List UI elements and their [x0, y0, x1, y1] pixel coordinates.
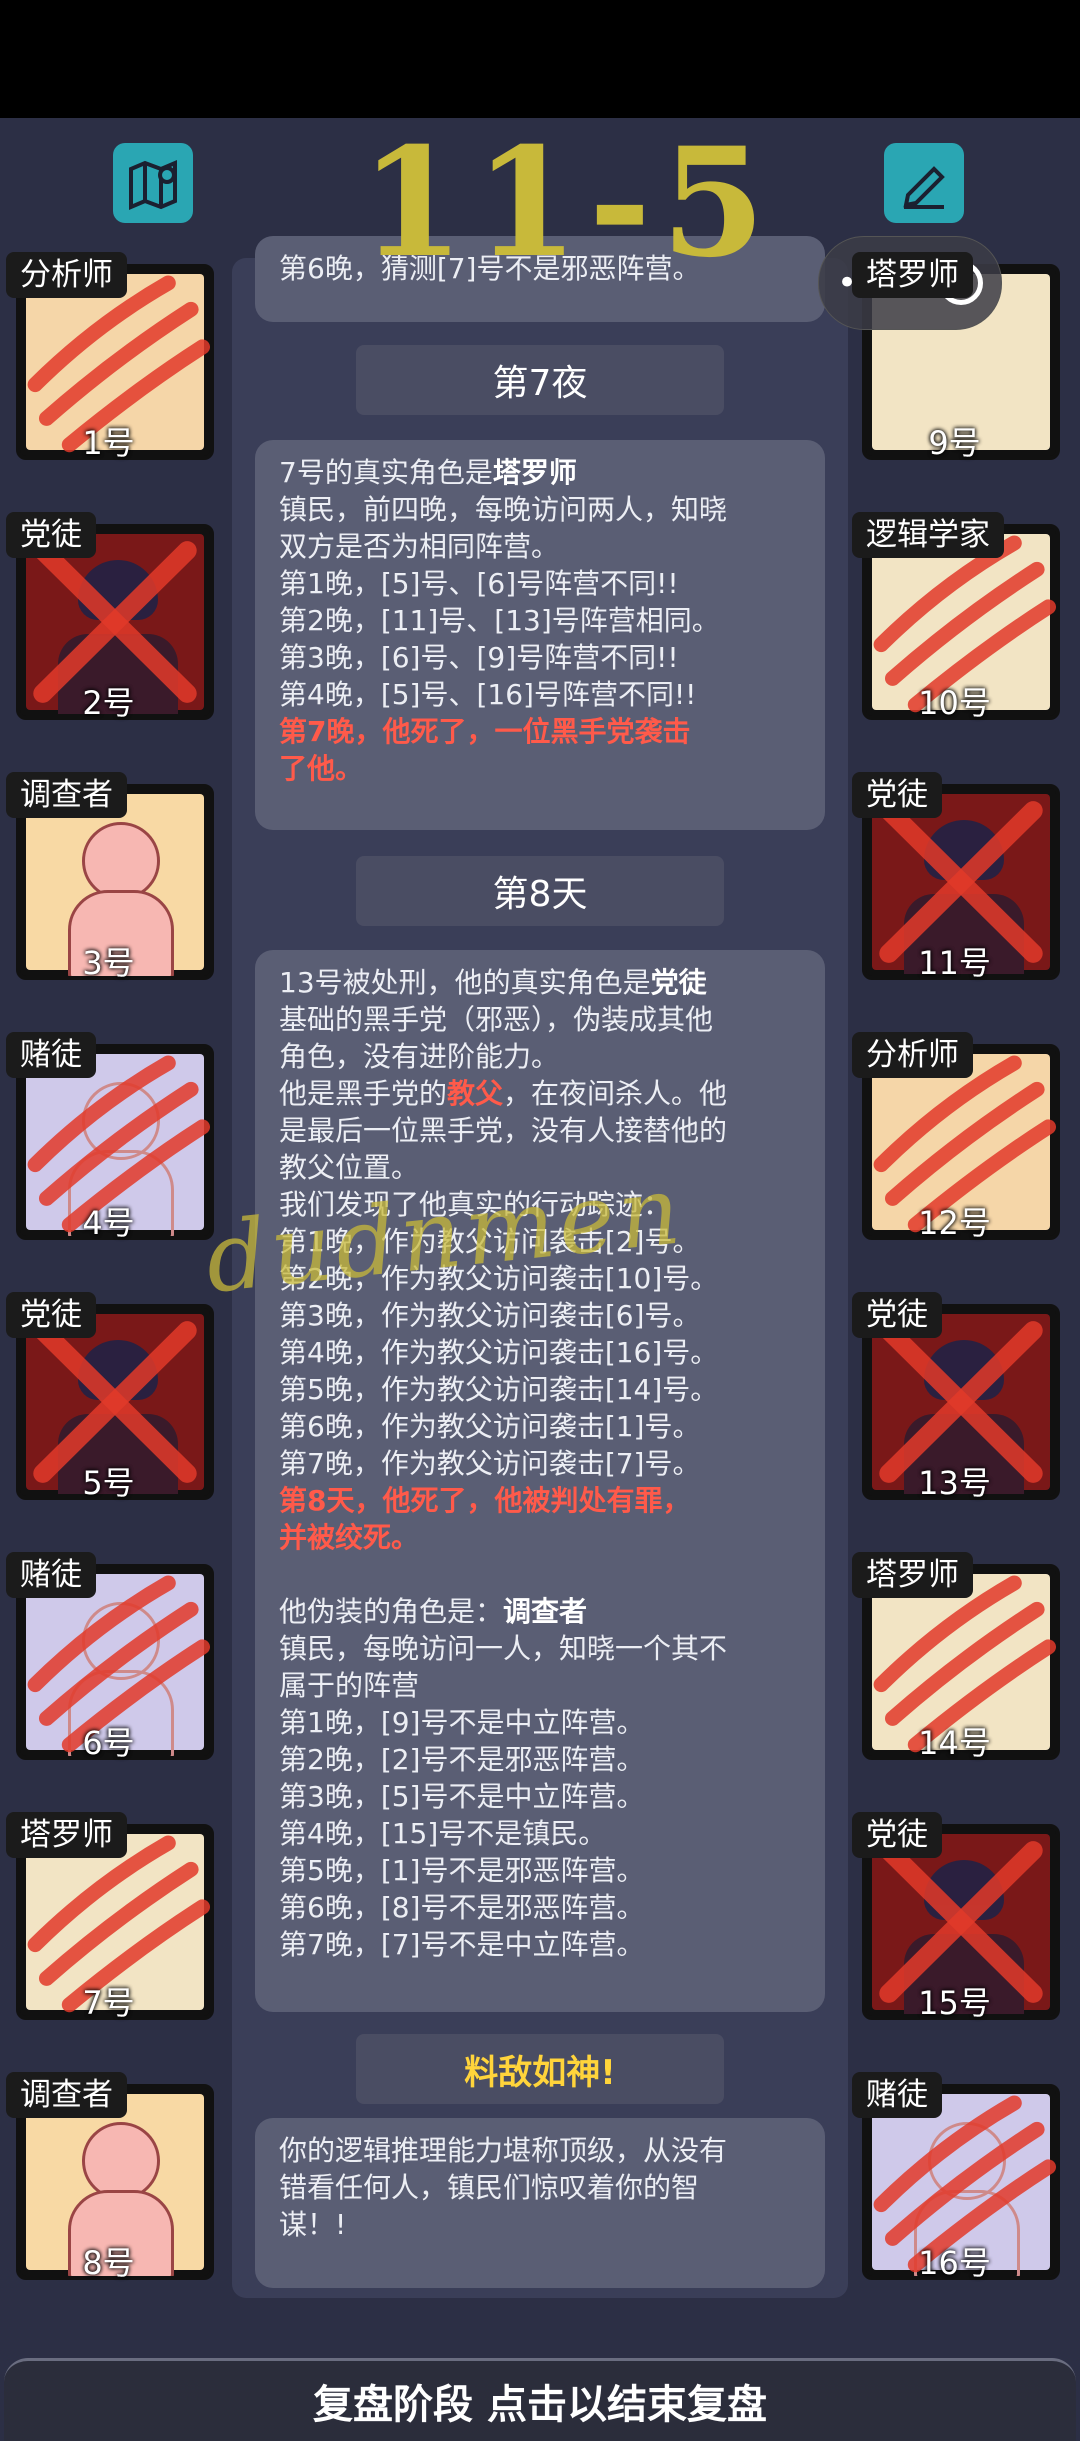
player-card[interactable]: 党徒 5号 — [6, 1292, 214, 1502]
player-card[interactable]: 党徒 13号 — [852, 1292, 1060, 1502]
log-line: 镇民，前四晚，每晚访问两人，知晓 — [279, 493, 728, 526]
log-card-day8: 13号被处刑，他的真实角色是党徒 基础的黑手党（邪恶），伪装成其他 角色，没有进… — [255, 950, 825, 2012]
player-role-tag: 塔罗师 — [6, 1812, 127, 1858]
disguise-line: 他伪装的角色是：调查者 — [279, 1595, 588, 1628]
log-line: 第2晚，[11]号、[13]号阵营相同。 — [279, 604, 720, 637]
log-line: 错看任何人，镇民们惊叹着你的智 — [279, 2171, 700, 2204]
player-number: 11号 — [918, 944, 991, 982]
player-number: 16号 — [918, 2244, 991, 2282]
player-card[interactable]: 逻辑学家 10号 — [852, 512, 1060, 722]
log-line: 是最后一位黑手党，没有人接替他的 — [279, 1114, 728, 1147]
death-line: 并被绞死。 — [279, 1521, 420, 1554]
action-line: 第7晚，作为教父访问袭击[7]号。 — [279, 1447, 701, 1480]
player-card[interactable]: 分析师 1号 — [6, 252, 214, 462]
player-card[interactable]: 塔罗师 14号 — [852, 1552, 1060, 1762]
player-number: 6号 — [82, 1724, 135, 1762]
notes-button[interactable] — [884, 143, 964, 223]
player-card[interactable]: 赌徒 16号 — [852, 2072, 1060, 2282]
log-line: 第3晚，[6]号、[9]号阵营不同!! — [279, 641, 679, 674]
player-number: 7号 — [82, 1984, 135, 2022]
player-role-tag: 党徒 — [852, 1292, 942, 1338]
player-card[interactable]: 塔罗师 7号 — [6, 1812, 214, 2022]
player-number: 2号 — [82, 684, 135, 722]
player-card[interactable]: 分析师 12号 — [852, 1032, 1060, 1242]
player-card[interactable]: 调查者 3号 — [6, 772, 214, 982]
log-line: 基础的黑手党（邪恶），伪装成其他 — [279, 1003, 714, 1036]
player-number: 10号 — [918, 684, 991, 722]
player-card[interactable]: 赌徒 4号 — [6, 1032, 214, 1242]
log-line: 你的逻辑推理能力堪称顶级，从没有 — [279, 2134, 728, 2167]
player-role-tag: 党徒 — [6, 512, 96, 558]
check-line: 第7晚，[7]号不是中立阵营。 — [279, 1928, 645, 1961]
log-line: 第1晚，[5]号、[6]号阵营不同!! — [279, 567, 679, 600]
player-role-tag: 党徒 — [6, 1292, 96, 1338]
player-card[interactable]: 赌徒 6号 — [6, 1552, 214, 1762]
player-number: 9号 — [928, 424, 981, 462]
player-number: 15号 — [918, 1984, 991, 2022]
log-line: 镇民，每晚访问一人，知晓一个其不 — [279, 1632, 728, 1665]
player-number: 8号 — [82, 2244, 135, 2282]
player-role-tag: 塔罗师 — [852, 1552, 973, 1598]
player-card[interactable]: 党徒 11号 — [852, 772, 1060, 982]
check-line: 第3晚，[5]号不是中立阵营。 — [279, 1780, 645, 1813]
map-icon — [129, 159, 177, 211]
log-line: 双方是否为相同阵营。 — [279, 530, 560, 563]
day8-header: 第8天 — [356, 856, 724, 926]
role-reveal-line: 7号的真实角色是塔罗师 — [279, 456, 577, 489]
check-line: 第4晚，[15]号不是镇民。 — [279, 1817, 607, 1850]
action-line: 第6晚，作为教父访问袭击[1]号。 — [279, 1410, 701, 1443]
check-line: 第2晚，[2]号不是邪恶阵营。 — [279, 1743, 645, 1776]
log-card-night7: 7号的真实角色是塔罗师 镇民，前四晚，每晚访问两人，知晓 双方是否为相同阵营。 … — [255, 440, 825, 830]
log-line: 角色，没有进阶能力。 — [279, 1040, 560, 1073]
handwritten-annotation: 11-5 — [360, 115, 776, 291]
end-review-button[interactable]: 复盘阶段 点击以结束复盘 — [4, 2358, 1076, 2441]
player-number: 3号 — [82, 944, 135, 982]
death-line: 第7晚，他死了，一位黑手党袭击 — [279, 715, 691, 748]
map-button[interactable] — [113, 143, 193, 223]
action-line: 第4晚，作为教父访问袭击[16]号。 — [279, 1336, 719, 1369]
player-role-tag: 党徒 — [852, 1812, 942, 1858]
player-role-tag: 分析师 — [852, 1032, 973, 1078]
check-line: 第1晚，[9]号不是中立阵营。 — [279, 1706, 645, 1739]
player-role-tag: 分析师 — [6, 252, 127, 298]
player-number: 4号 — [82, 1204, 135, 1242]
action-line: 第3晚，作为教父访问袭击[6]号。 — [279, 1299, 701, 1332]
action-line: 第5晚，作为教父访问袭击[14]号。 — [279, 1373, 719, 1406]
player-number: 5号 — [82, 1464, 135, 1502]
achievement-header: 料敌如神! — [356, 2034, 724, 2104]
player-number: 14号 — [918, 1724, 991, 1762]
check-line: 第6晚，[8]号不是邪恶阵营。 — [279, 1891, 645, 1924]
player-role-tag: 塔罗师 — [852, 252, 973, 298]
player-role-tag: 逻辑学家 — [852, 512, 1004, 558]
log-line: 第4晚，[5]号、[16]号阵营不同!! — [279, 678, 697, 711]
player-number: 12号 — [918, 1204, 991, 1242]
player-role-tag: 赌徒 — [6, 1032, 96, 1078]
player-role-tag: 赌徒 — [852, 2072, 942, 2118]
player-role-tag: 赌徒 — [6, 1552, 96, 1598]
status-bar — [0, 0, 1080, 118]
player-card[interactable]: 调查者 8号 — [6, 2072, 214, 2282]
death-line: 了他。 — [279, 752, 364, 785]
player-role-tag: 党徒 — [852, 772, 942, 818]
player-number: 13号 — [918, 1464, 991, 1502]
death-line: 第8天，他死了，他被判处有罪， — [279, 1484, 691, 1517]
log-line: 属于的阵营 — [279, 1669, 420, 1702]
log-line: 谋！! — [279, 2208, 347, 2241]
player-card[interactable]: 塔罗师 9号 — [852, 252, 1060, 462]
godfather-line: 他是黑手党的教父，在夜间杀人。他 — [279, 1077, 728, 1110]
player-number: 1号 — [82, 424, 135, 462]
player-role-tag: 调查者 — [6, 772, 127, 818]
player-card[interactable]: 党徒 2号 — [6, 512, 214, 722]
log-card-achievement: 你的逻辑推理能力堪称顶级，从没有 错看任何人，镇民们惊叹着你的智 谋！! — [255, 2118, 825, 2288]
check-line: 第5晚，[1]号不是邪恶阵营。 — [279, 1854, 645, 1887]
role-reveal-line: 13号被处刑，他的真实角色是党徒 — [279, 966, 707, 999]
player-card[interactable]: 党徒 15号 — [852, 1812, 1060, 2022]
night7-header: 第7夜 — [356, 345, 724, 415]
pencil-icon — [903, 166, 945, 209]
player-role-tag: 调查者 — [6, 2072, 127, 2118]
